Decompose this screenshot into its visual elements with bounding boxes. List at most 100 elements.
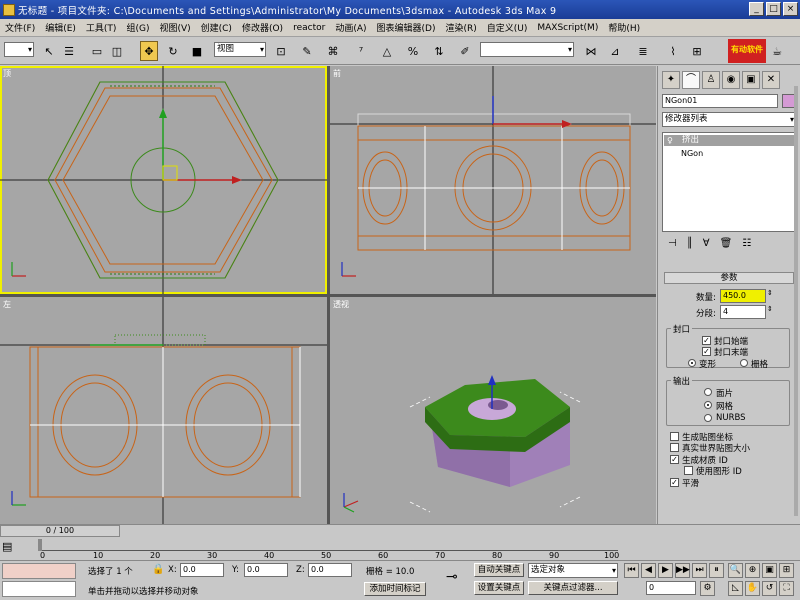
pivot-center-icon[interactable]: ⊡ (272, 41, 290, 61)
curve-editor-icon[interactable]: ⌇ (664, 41, 682, 61)
create-tab-icon[interactable]: ✦ (662, 71, 680, 89)
stack-item-extrude[interactable]: 挤出 (664, 135, 794, 146)
gen-mat-ids-checkbox[interactable]: ✓ (670, 455, 679, 464)
select-by-name-icon[interactable]: ☰ (60, 41, 78, 61)
stack-item-ngon[interactable]: NGon (681, 149, 703, 158)
configure-sets-icon[interactable]: ☷ (742, 238, 751, 249)
y-coord-field[interactable]: 0.0 (244, 563, 288, 577)
maximize-viewport-icon[interactable]: ⛶ (779, 581, 794, 596)
select-rotate-icon[interactable]: ↻ (164, 41, 182, 61)
segments-spinner[interactable]: ⇕ (767, 305, 773, 313)
current-frame-field[interactable]: 0 (646, 581, 696, 595)
perspective-viewport[interactable]: 透视 (330, 297, 656, 524)
go-to-end-icon[interactable]: ⏭ (692, 563, 707, 578)
viewport-label[interactable]: 透视 (333, 299, 349, 310)
front-viewport[interactable]: 前 (330, 66, 656, 294)
selection-filter-dropdown[interactable] (4, 42, 34, 57)
ref-coord-dropdown[interactable]: 视图 (214, 42, 266, 57)
angle-snap-icon[interactable]: △ (378, 41, 396, 61)
cap-end-checkbox[interactable]: ✓ (702, 347, 711, 356)
set-key-button[interactable]: 设置关键点 (474, 581, 524, 595)
schematic-view-icon[interactable]: ⊞ (688, 41, 706, 61)
menu-reactor[interactable]: reactor (288, 23, 330, 33)
smooth-checkbox[interactable]: ✓ (670, 478, 679, 487)
fov-icon[interactable]: ◺ (728, 581, 743, 596)
panel-scrollbar[interactable] (794, 86, 798, 516)
menu-views[interactable]: 视图(V) (154, 21, 195, 34)
viewport-label[interactable]: 前 (333, 68, 341, 79)
time-config-icon[interactable]: ⚙ (700, 581, 715, 596)
percent-snap-icon[interactable]: % (404, 41, 422, 61)
select-object-icon[interactable]: ↖ (40, 41, 58, 61)
pan-icon[interactable]: ✋ (745, 581, 760, 596)
maxscript-mini-listener[interactable] (2, 581, 76, 597)
grid-radio[interactable] (740, 359, 748, 367)
snaps-toggle-icon[interactable]: ⁷ (352, 41, 370, 61)
menu-customize[interactable]: 自定义(U) (482, 21, 533, 34)
patch-radio[interactable] (704, 388, 712, 396)
top-viewport[interactable]: 顶 (0, 66, 327, 294)
use-shape-ids-checkbox[interactable] (684, 466, 693, 475)
modifier-list-dropdown[interactable]: 修改器列表 (662, 112, 796, 127)
menu-edit[interactable]: 编辑(E) (40, 21, 81, 34)
x-coord-field[interactable]: 0.0 (180, 563, 224, 577)
display-tab-icon[interactable]: ▣ (742, 71, 760, 89)
window-crossing-icon[interactable]: ◫ (108, 41, 126, 61)
viewport-label[interactable]: 左 (3, 299, 11, 310)
prev-frame-icon[interactable]: ◀ (641, 563, 656, 578)
mirror-icon[interactable]: ⋈ (582, 41, 600, 61)
cap-start-checkbox[interactable]: ✓ (702, 336, 711, 345)
time-ruler[interactable]: 0 10 20 30 40 50 60 70 80 90 100 (38, 539, 619, 560)
arc-rotate-icon[interactable]: ↺ (762, 581, 777, 596)
menu-maxscript[interactable]: MAXScript(M) (532, 23, 603, 33)
zoom-extents-icon[interactable]: ▣ (762, 563, 777, 578)
menu-animation[interactable]: 动画(A) (330, 21, 371, 34)
modify-tab-icon[interactable]: ⌒ (682, 71, 700, 89)
minimize-button[interactable]: _ (749, 2, 764, 16)
select-manipulate-icon[interactable]: ✎ (298, 41, 316, 61)
go-to-start-icon[interactable]: ⏮ (624, 563, 639, 578)
menu-help[interactable]: 帮助(H) (603, 21, 645, 34)
menu-modifiers[interactable]: 修改器(O) (237, 21, 288, 34)
next-frame-icon[interactable]: ▶▶ (675, 563, 690, 578)
amount-field[interactable]: 450.0 (720, 289, 766, 303)
object-name-field[interactable]: NGon01 (662, 94, 778, 108)
motion-tab-icon[interactable]: ◉ (722, 71, 740, 89)
select-scale-icon[interactable]: ■ (188, 41, 206, 61)
lock-selection-icon[interactable]: 🔒 (152, 564, 164, 575)
menu-file[interactable]: 文件(F) (0, 21, 40, 34)
play-icon[interactable]: ▶ (658, 563, 673, 578)
menu-group[interactable]: 组(G) (121, 21, 154, 34)
hierarchy-tab-icon[interactable]: ♙ (702, 71, 720, 89)
maximize-button[interactable]: □ (766, 2, 781, 16)
menu-graph-editors[interactable]: 图表编辑器(D) (372, 21, 441, 34)
make-unique-icon[interactable]: ∀ (703, 238, 710, 249)
frame-cursor[interactable] (38, 539, 42, 551)
quick-render-icon[interactable]: ☕ (768, 41, 786, 61)
params-rollout-header[interactable]: 参数 (664, 272, 794, 284)
edit-named-sel-icon[interactable]: ✐ (456, 41, 474, 61)
menu-tools[interactable]: 工具(T) (81, 21, 122, 34)
auto-key-button[interactable]: 自动关键点 (474, 563, 524, 577)
keyboard-shortcut-icon[interactable]: ⌘ (324, 41, 342, 61)
amount-spinner[interactable]: ⇕ (767, 289, 773, 297)
key-mode-icon[interactable]: ⏸ (709, 563, 724, 578)
zoom-icon[interactable]: 🔍 (728, 563, 743, 578)
menu-rendering[interactable]: 渲染(R) (440, 21, 481, 34)
named-selection-dropdown[interactable] (480, 42, 574, 57)
nurbs-radio[interactable] (704, 414, 712, 422)
pin-stack-icon[interactable]: ⊣ (668, 238, 677, 249)
left-viewport[interactable]: 左 (0, 297, 327, 524)
track-bar-icon[interactable]: ▤ (2, 540, 12, 553)
utilities-tab-icon[interactable]: ✕ (762, 71, 780, 89)
segments-field[interactable]: 4 (720, 305, 766, 319)
morph-radio[interactable] (688, 359, 696, 367)
zoom-extents-all-icon[interactable]: ⊞ (779, 563, 794, 578)
gen-map-coords-checkbox[interactable] (670, 432, 679, 441)
mesh-radio[interactable] (704, 401, 712, 409)
select-move-icon[interactable]: ✥ (140, 41, 158, 61)
light-bulb-icon[interactable]: ♀ (667, 136, 673, 145)
close-button[interactable]: × (783, 2, 798, 16)
time-slider[interactable]: 0 / 100 (0, 525, 120, 537)
remove-modifier-icon[interactable]: 🗑 (720, 238, 733, 249)
